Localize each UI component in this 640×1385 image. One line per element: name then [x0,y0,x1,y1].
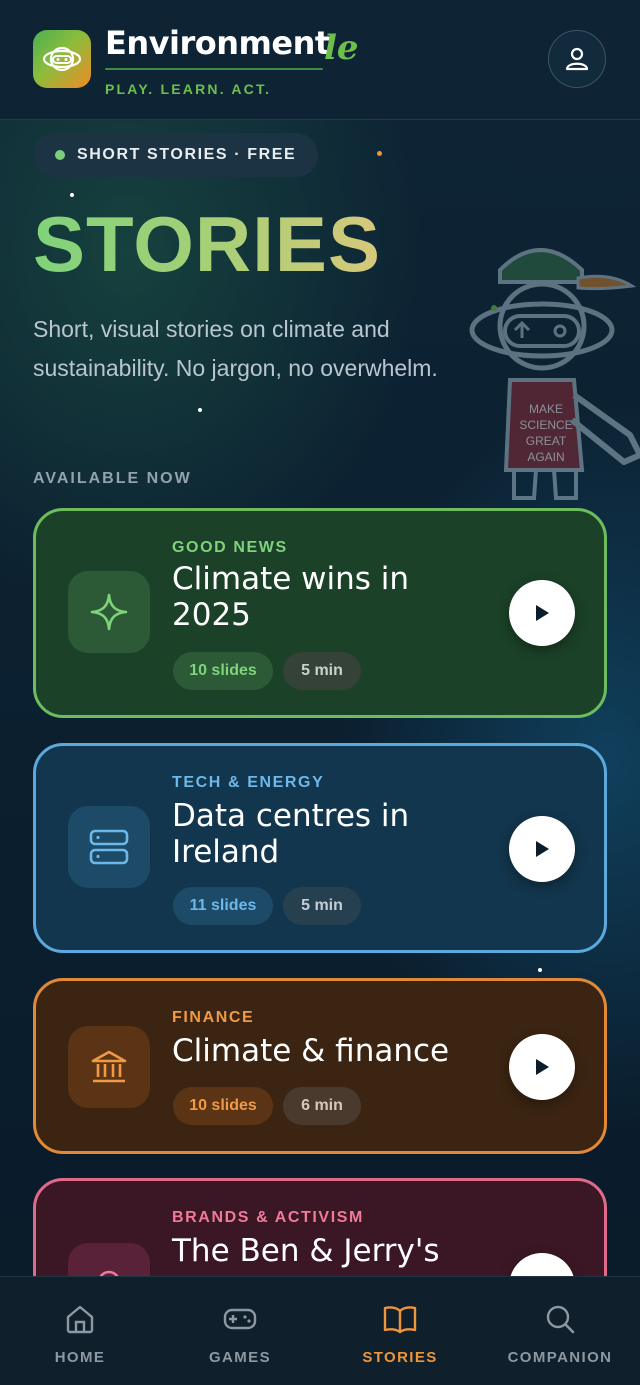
home-icon [63,1302,97,1336]
slides-badge: 10 slides [173,1087,273,1125]
nav-label: COMPANION [507,1349,613,1366]
story-card-climate-finance[interactable]: FINANCE Climate & finance 10 slides 6 mi… [33,978,607,1154]
app-logo[interactable] [33,30,91,88]
decorative-star [377,151,382,156]
play-button[interactable] [509,816,575,882]
duration-badge: 6 min [283,1087,361,1125]
user-icon [565,47,589,71]
search-icon [543,1302,577,1336]
decorative-star [538,968,542,972]
page-title: STORIES [33,200,381,288]
book-icon [383,1302,417,1336]
slides-badge: 10 slides [173,652,273,690]
nav-item-home[interactable]: HOME [0,1277,160,1385]
pill-label: SHORT STORIES · FREE [77,146,297,163]
nav-item-stories[interactable]: STORIES [320,1277,480,1385]
mascot-illustration: MAKE SCIENCE GREAT AGAIN [460,230,640,520]
app-header: Environment le PLAY. LEARN. ACT. [0,0,640,120]
play-button[interactable] [509,1034,575,1100]
nav-item-companion[interactable]: COMPANION [480,1277,640,1385]
story-category: GOOD NEWS [172,539,288,556]
story-title: Climate & finance [172,1033,450,1069]
story-card-climate-wins[interactable]: GOOD NEWS Climate wins in 2025 10 slides… [33,508,607,718]
profile-button[interactable] [548,30,606,88]
nav-label: GAMES [208,1349,271,1366]
duration-badge: 5 min [283,887,361,925]
story-category: BRANDS & ACTIVISM [172,1209,364,1226]
logo-face-icon [42,46,82,72]
play-icon [536,1059,549,1075]
sparkle-icon [68,571,150,653]
nav-item-games[interactable]: GAMES [160,1277,320,1385]
section-label: AVAILABLE NOW [33,470,192,487]
play-icon [536,605,549,621]
bottom-navigation: HOME GAMES STORIES COMPANION [0,1276,640,1385]
duration-badge: 5 min [283,652,361,690]
brand-suffix: le [324,28,359,68]
story-title: The Ben & Jerry's [172,1233,440,1269]
decorative-star [198,408,202,412]
decorative-star [70,193,74,197]
story-title: Climate wins in 2025 [172,561,410,633]
story-card-data-centres[interactable]: TECH & ENERGY Data centres in Ireland 11… [33,743,607,953]
brand-tagline: PLAY. LEARN. ACT. [105,81,272,97]
status-dot [55,150,65,160]
story-title: Data centres in Ireland [172,798,410,870]
category-pill: SHORT STORIES · FREE [33,133,318,177]
svg-text:SCIENCE: SCIENCE [519,418,572,432]
bank-icon [68,1026,150,1108]
nav-label: STORIES [362,1349,438,1366]
story-category: TECH & ENERGY [172,774,325,791]
brand-underline [105,68,323,70]
nav-label: HOME [54,1349,106,1366]
gamepad-icon [223,1302,257,1336]
svg-text:AGAIN: AGAIN [527,450,564,464]
svg-text:GREAT: GREAT [526,434,567,448]
story-category: FINANCE [172,1009,255,1026]
server-icon [68,806,150,888]
play-button[interactable] [509,580,575,646]
slides-badge: 11 slides [173,887,273,925]
page-subtitle: Short, visual stories on climate and sus… [33,316,438,381]
svg-text:MAKE: MAKE [529,402,563,416]
play-icon [536,841,549,857]
brand-name: Environment [105,24,330,62]
